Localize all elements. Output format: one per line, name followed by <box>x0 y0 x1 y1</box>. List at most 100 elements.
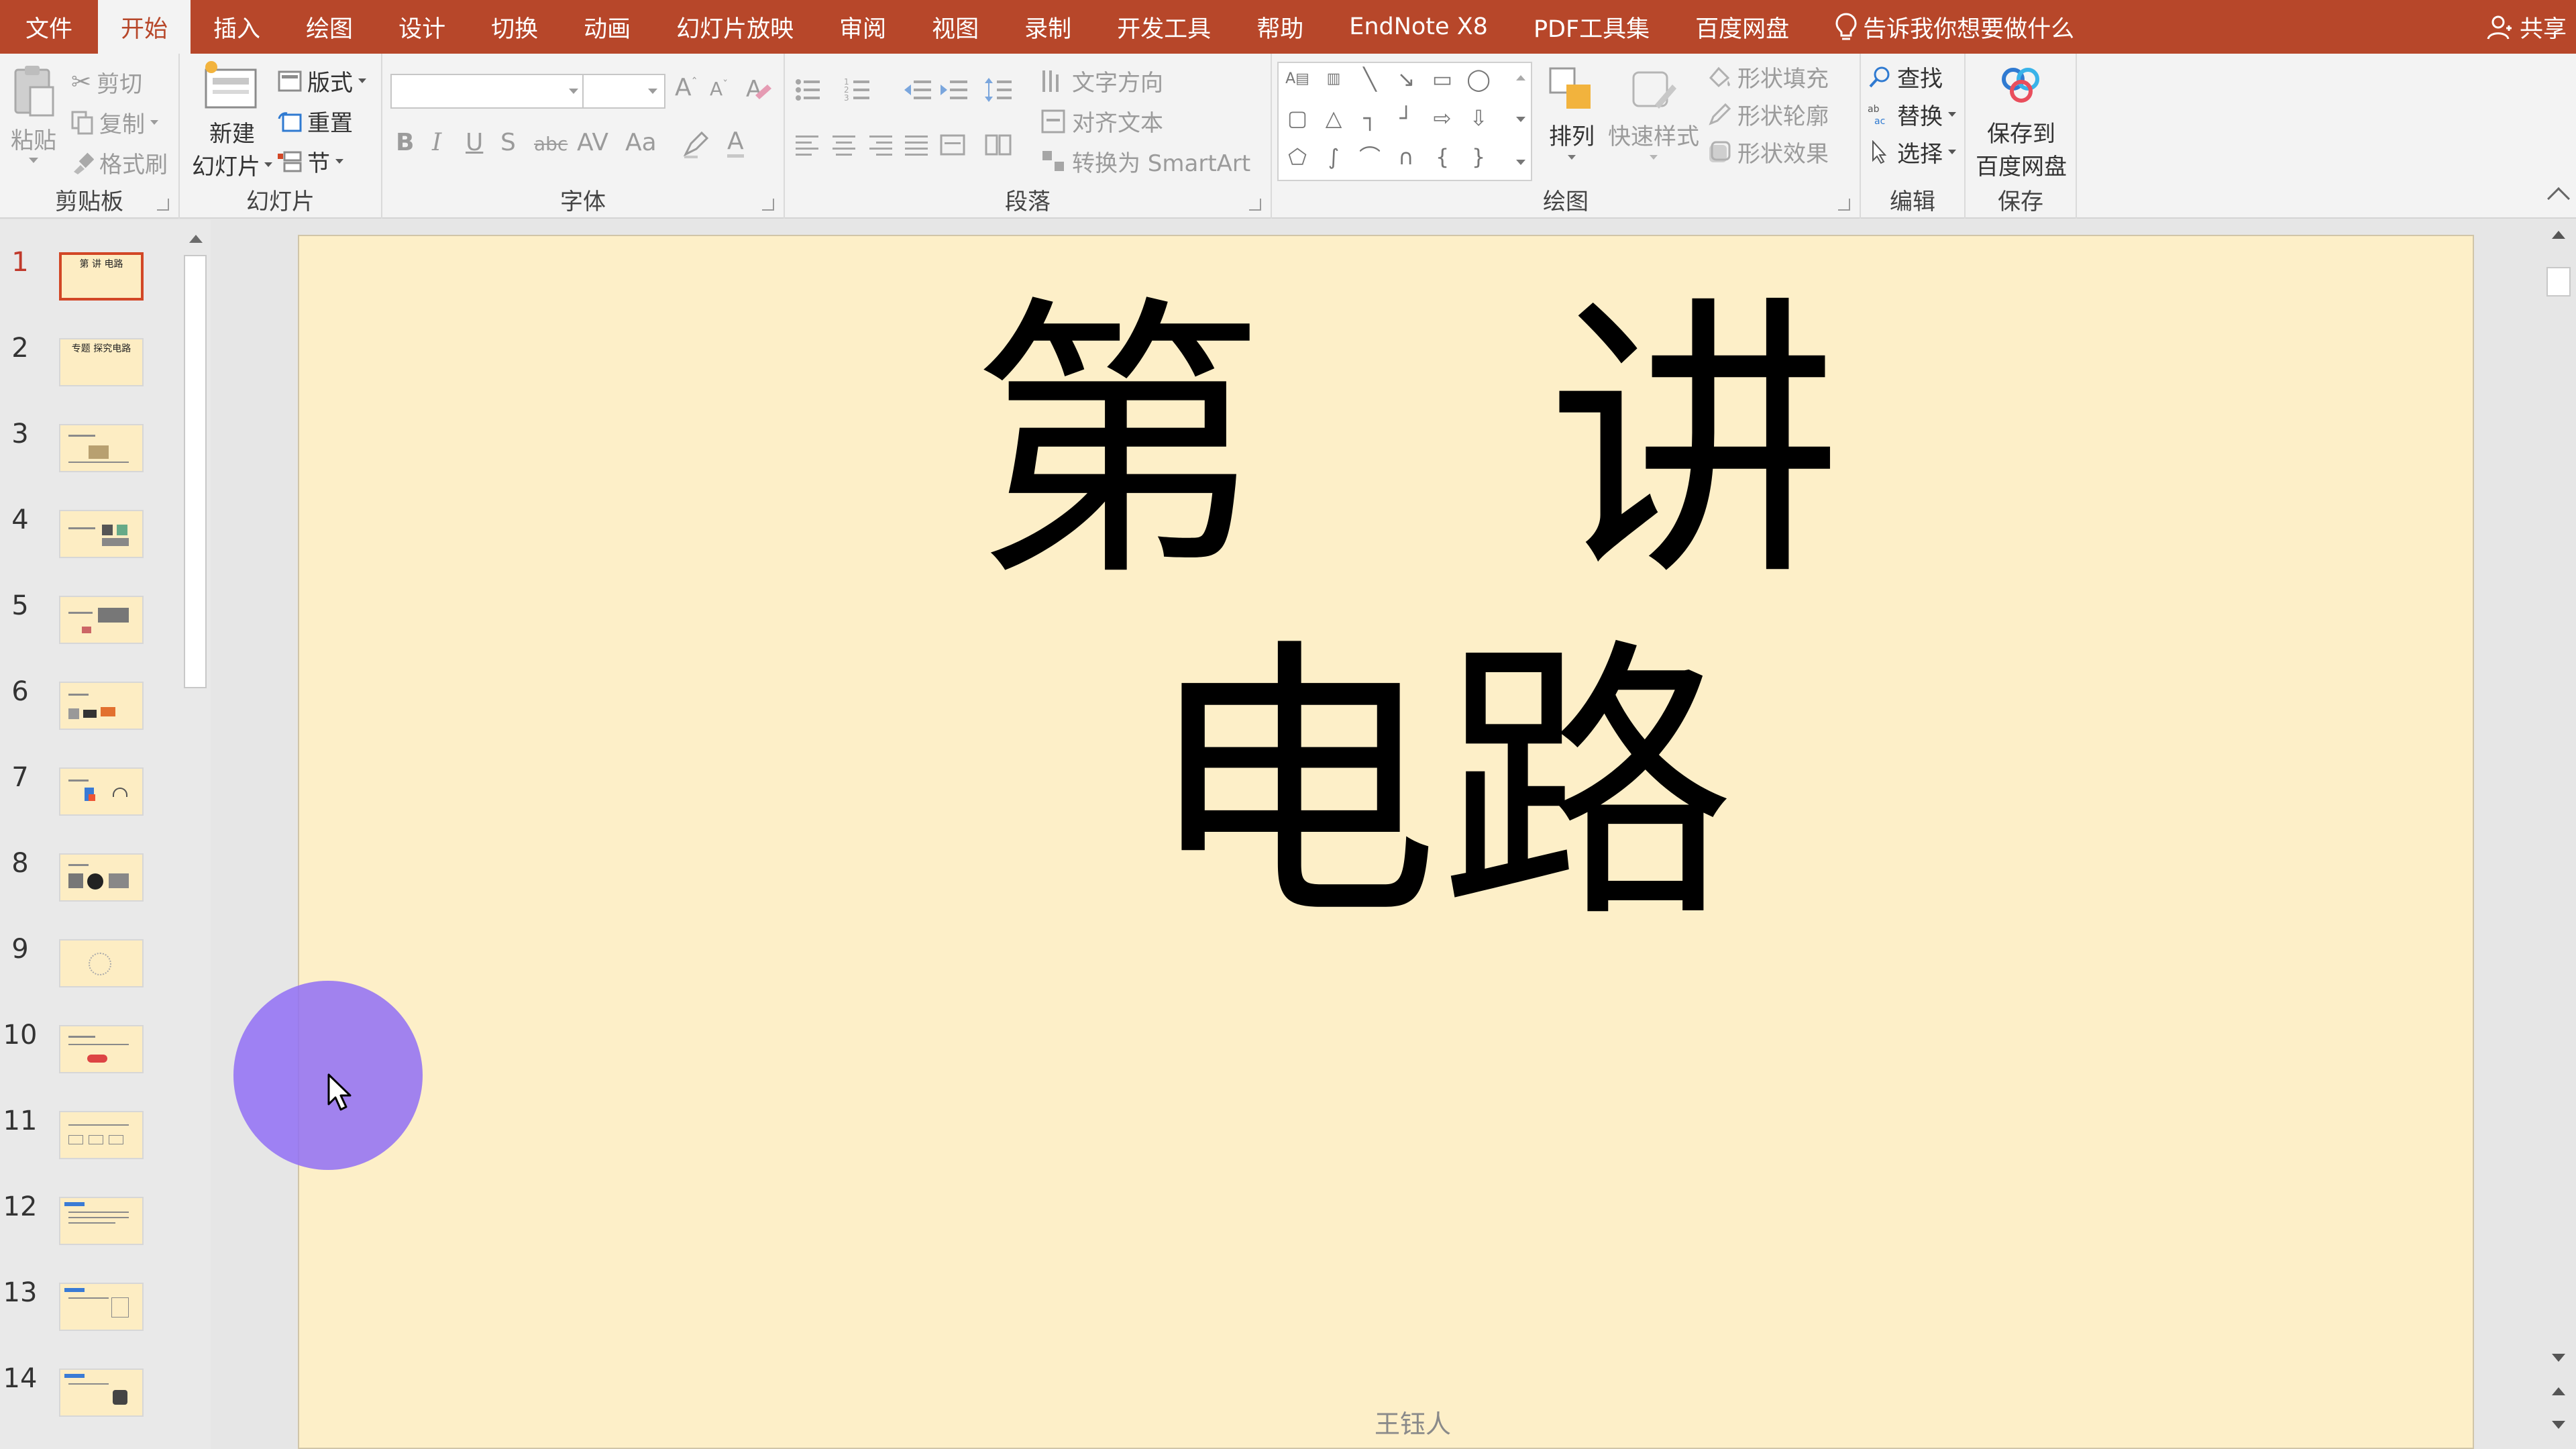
gallery-scroll-down-icon[interactable] <box>1516 117 1525 122</box>
tab-pdf-tools[interactable]: PDF工具集 <box>1511 0 1672 54</box>
tell-me-search[interactable]: 告诉我你想要做什么 <box>1812 0 2097 54</box>
grow-font-icon[interactable]: Aˆ <box>675 74 698 101</box>
previous-slide-icon[interactable] <box>2552 1387 2565 1395</box>
thumbnail-row[interactable]: 5 <box>0 590 180 664</box>
scribble-shape-icon[interactable]: ∫ <box>1319 144 1348 170</box>
underline-button[interactable]: U <box>466 129 483 156</box>
slide-scroll-thumb[interactable] <box>2546 267 2571 297</box>
find-button[interactable]: 查找 <box>1868 60 1943 93</box>
left-brace-shape-icon[interactable]: { <box>1428 144 1457 170</box>
right-arrow-shape-icon[interactable]: ⇨ <box>1428 105 1457 131</box>
line-shape-icon[interactable]: ╲ <box>1355 66 1385 93</box>
slide-title-char-1[interactable]: 第 <box>970 297 1265 592</box>
decrease-indent-icon[interactable] <box>903 76 932 103</box>
scroll-down-icon[interactable] <box>2552 1354 2565 1362</box>
thumbnail-slide-11[interactable] <box>59 1111 144 1159</box>
text-direction-button[interactable]: 文字方向 <box>1040 64 1163 97</box>
thumbnail-scrollbar[interactable] <box>180 220 211 1449</box>
arrow-line-shape-icon[interactable]: ↘ <box>1391 66 1421 93</box>
layout-button[interactable]: 版式 <box>278 64 366 97</box>
thumbnail-slide-8[interactable] <box>59 853 144 902</box>
paragraph-launcher-icon[interactable] <box>1249 199 1261 211</box>
thumbnail-slide-3[interactable] <box>59 424 144 472</box>
highlighter-icon[interactable] <box>682 129 711 158</box>
thumbnail-row[interactable]: 10 <box>0 1020 180 1093</box>
tab-record[interactable]: 录制 <box>1002 0 1094 54</box>
shapes-gallery[interactable]: A▤ ▥ ╲ ↘ ▭ ◯ ▢ △ ┐ ┘ ⇨ ⇩ ⬠ ∫ ⌒ ∩ { } <box>1277 62 1532 181</box>
quick-styles-button[interactable]: 快速样式 <box>1603 64 1704 160</box>
tab-review[interactable]: 审阅 <box>816 0 909 54</box>
align-text-button[interactable]: 对齐文本 <box>1040 105 1163 138</box>
tab-home[interactable]: 开始 <box>98 0 191 54</box>
reset-button[interactable]: 重置 <box>278 105 353 138</box>
thumbnail-row[interactable]: 7 <box>0 762 180 836</box>
slide-vertical-scrollbar[interactable] <box>2541 220 2576 1449</box>
text-shadow-button[interactable]: S <box>500 129 516 156</box>
vertical-textbox-icon[interactable]: ▥ <box>1319 66 1348 93</box>
thumbnail-scroll-up-icon[interactable] <box>189 235 203 243</box>
format-painter-button[interactable]: 格式刷 <box>71 146 168 179</box>
tab-developer[interactable]: 开发工具 <box>1094 0 1234 54</box>
thumbnail-row[interactable]: 9 <box>0 934 180 1008</box>
tab-insert[interactable]: 插入 <box>191 0 283 54</box>
cut-button[interactable]: ✂ 剪切 <box>71 66 142 99</box>
thumbnail-slide-10[interactable] <box>59 1025 144 1073</box>
elbow-arrow-connector-icon[interactable]: ┘ <box>1391 105 1421 131</box>
clipboard-launcher-icon[interactable] <box>157 199 169 211</box>
thumbnail-slide-9[interactable] <box>59 939 144 987</box>
thumbnail-row[interactable]: 11 <box>0 1106 180 1179</box>
layout-dropdown-icon[interactable] <box>358 78 366 83</box>
thumbnail-row[interactable]: 14 <box>0 1363 180 1437</box>
align-center-icon[interactable] <box>830 133 857 157</box>
line-spacing-icon[interactable] <box>983 75 1013 105</box>
select-dropdown-icon[interactable] <box>1948 150 1956 154</box>
thumbnail-scroll-thumb[interactable] <box>184 255 207 688</box>
thumbnail-slide-5[interactable] <box>59 596 144 644</box>
thumbnail-slide-1[interactable]: 第 讲 电路 <box>59 252 144 301</box>
replace-dropdown-icon[interactable] <box>1948 112 1956 117</box>
oval-shape-icon[interactable]: ◯ <box>1464 66 1493 93</box>
arrange-button[interactable]: 排列 <box>1542 64 1602 160</box>
tab-endnote[interactable]: EndNote X8 <box>1326 0 1511 54</box>
arrange-dropdown-icon[interactable] <box>1568 155 1576 160</box>
share-button[interactable]: 共享 <box>2486 0 2567 54</box>
character-spacing-button[interactable]: AV <box>577 129 608 156</box>
rectangle-shape-icon[interactable]: ▭ <box>1428 66 1457 93</box>
slide-subtitle[interactable]: 电路 <box>1144 639 1735 934</box>
align-right-icon[interactable] <box>867 133 894 157</box>
triangle-shape-icon[interactable]: △ <box>1319 105 1348 131</box>
font-name-combo[interactable] <box>390 74 586 109</box>
down-arrow-shape-icon[interactable]: ⇩ <box>1464 105 1493 131</box>
thumbnail-row[interactable]: 2 专题 探究电路 <box>0 333 180 407</box>
thumbnail-slide-2[interactable]: 专题 探究电路 <box>59 338 144 386</box>
next-slide-icon[interactable] <box>2552 1421 2565 1429</box>
save-to-baidu-button[interactable]: 保存到 百度网盘 <box>1970 64 2073 181</box>
drawing-launcher-icon[interactable] <box>1838 199 1850 211</box>
thumbnail-slide-13[interactable] <box>59 1283 144 1331</box>
select-button[interactable]: 选择 <box>1868 136 1956 168</box>
thumbnail-slide-7[interactable] <box>59 767 144 816</box>
slide-title-char-2[interactable]: 讲 <box>1547 297 1842 592</box>
italic-button[interactable]: I <box>432 129 441 156</box>
rounded-rect-shape-icon[interactable]: ▢ <box>1283 105 1312 131</box>
section-dropdown-icon[interactable] <box>335 159 343 164</box>
quick-styles-dropdown-icon[interactable] <box>1650 155 1658 160</box>
gallery-scroll-up-icon[interactable] <box>1516 75 1525 80</box>
section-button[interactable]: 节 <box>278 145 343 178</box>
thumbnail-row[interactable]: 8 <box>0 848 180 922</box>
align-left-icon[interactable] <box>794 133 821 157</box>
columns-icon[interactable] <box>985 133 1016 157</box>
tab-animations[interactable]: 动画 <box>561 0 653 54</box>
copy-dropdown-icon[interactable] <box>150 120 158 125</box>
tab-baidu-netdisk[interactable]: 百度网盘 <box>1672 0 1812 54</box>
thumbnail-row[interactable]: 12 <box>0 1191 180 1265</box>
bold-button[interactable]: B <box>396 129 414 156</box>
tab-view[interactable]: 视图 <box>909 0 1002 54</box>
font-launcher-icon[interactable] <box>762 199 774 211</box>
current-slide[interactable]: 第 讲 电路 王钰人 <box>298 235 2474 1449</box>
thumbnail-row[interactable]: 6 <box>0 676 180 750</box>
strikethrough-button[interactable]: abc <box>534 133 568 155</box>
freeform-shape-icon[interactable]: ⬠ <box>1283 144 1312 170</box>
tab-file[interactable]: 文件 <box>0 0 98 54</box>
shape-fill-button[interactable]: 形状填充 <box>1707 60 1829 93</box>
